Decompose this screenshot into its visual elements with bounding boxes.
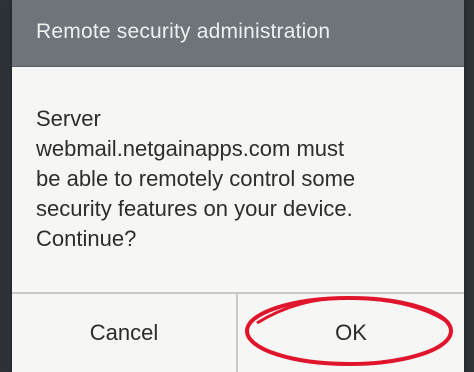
dialog-titlebar: Remote security administration bbox=[12, 0, 464, 67]
message-line: be able to remotely control some bbox=[36, 166, 356, 191]
message-line: Server bbox=[36, 106, 101, 131]
message-line: security features on your device. bbox=[36, 196, 353, 221]
dialog-message: Server webmail.netgainapps.com must be a… bbox=[36, 104, 446, 254]
message-line: Continue? bbox=[36, 226, 137, 251]
cancel-button[interactable]: Cancel bbox=[12, 294, 236, 372]
remote-security-dialog: Remote security administration Server we… bbox=[12, 0, 464, 372]
message-line: webmail.netgainapps.com must bbox=[36, 136, 345, 161]
dialog-title: Remote security administration bbox=[36, 20, 331, 43]
ok-button[interactable]: OK bbox=[238, 294, 464, 372]
